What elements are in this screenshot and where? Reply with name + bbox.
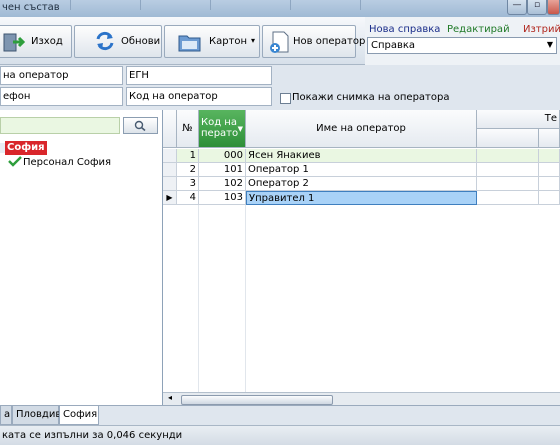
- operator-name-field[interactable]: на оператор: [0, 66, 123, 85]
- cell-extra[interactable]: [539, 191, 560, 205]
- check-icon: [8, 156, 22, 167]
- cell-extra[interactable]: [539, 149, 560, 163]
- scroll-left-icon[interactable]: ◂: [168, 393, 172, 402]
- show-photo-label: Покажи снимка на оператора: [292, 92, 450, 103]
- cell-extra[interactable]: [477, 149, 539, 163]
- cell-name[interactable]: Управител 1: [246, 191, 477, 205]
- refresh-button[interactable]: Обнови: [74, 25, 162, 58]
- cell-extra[interactable]: [477, 177, 539, 191]
- tree-node-sofia-label: София: [7, 142, 45, 153]
- tree-search-button[interactable]: [123, 117, 158, 134]
- cell-num[interactable]: 4: [177, 191, 199, 205]
- checkbox-box[interactable]: [280, 93, 291, 104]
- maximize-button[interactable]: ▫: [527, 0, 547, 15]
- cell-name[interactable]: Оператор 2: [246, 177, 477, 191]
- tree-node-personnel-sofia[interactable]: Персонал София: [23, 157, 111, 168]
- scrollbar-thumb[interactable]: [181, 395, 333, 405]
- cell-extra[interactable]: [539, 177, 560, 191]
- row-selector: [163, 163, 177, 177]
- column-header-num[interactable]: №: [177, 110, 199, 148]
- operator-code-value: Код на оператор: [129, 91, 218, 102]
- column-header-extra-label: Те: [544, 113, 557, 124]
- table-row[interactable]: 3 102 Оператор 2: [163, 177, 560, 191]
- folder-icon: [178, 35, 201, 52]
- cell-extra[interactable]: [539, 163, 560, 177]
- menu-divider: [290, 0, 291, 10]
- column-header-name-label: Име на оператор: [316, 123, 406, 134]
- minimize-button[interactable]: —: [507, 0, 527, 15]
- new-operator-button[interactable]: Нов оператор: [262, 25, 365, 58]
- delete-report-link[interactable]: Изтрий: [523, 24, 560, 35]
- tab-strip: а Пловдив София: [0, 405, 560, 425]
- column-header-num-label: №: [182, 123, 193, 134]
- exit-icon: [3, 33, 26, 52]
- column-header-sub-1[interactable]: [477, 129, 539, 148]
- sort-icon: ▼: [237, 125, 243, 133]
- grid-row-header: [163, 110, 177, 148]
- close-button[interactable]: [547, 0, 560, 15]
- operators-grid: № Код на перато ▼ Име на оператор Те 1 0…: [163, 110, 560, 392]
- cell-code[interactable]: 000: [199, 149, 246, 163]
- egn-value: ЕГН: [129, 70, 149, 81]
- cell-code[interactable]: 103: [199, 191, 246, 205]
- toolbar: Изход Обнови Картон ▾ Нов оператор: [0, 17, 365, 65]
- current-row-icon: ▶: [163, 191, 177, 205]
- phone-field[interactable]: ефон: [0, 87, 123, 106]
- chevron-down-icon[interactable]: ▼: [547, 40, 553, 49]
- menu-divider: [70, 0, 71, 10]
- refresh-label: Обнови: [121, 36, 161, 47]
- cell-extra[interactable]: [477, 191, 539, 205]
- window-title: чен състав: [2, 2, 60, 13]
- report-select-value: Справка: [371, 40, 416, 51]
- phone-value: ефон: [3, 91, 31, 102]
- column-header-extra[interactable]: Те: [477, 110, 560, 129]
- exit-button[interactable]: Изход: [0, 25, 72, 58]
- grid-column-line: [177, 205, 199, 392]
- card-label: Картон: [209, 36, 248, 47]
- cell-name[interactable]: Оператор 1: [246, 163, 477, 177]
- search-icon: [134, 120, 146, 132]
- status-bar: ката се изпълни за 0,046 секунди: [0, 425, 560, 445]
- report-select[interactable]: Справка ▼: [367, 37, 557, 54]
- exit-label: Изход: [31, 36, 63, 47]
- operator-code-field[interactable]: Код на оператор: [126, 87, 272, 106]
- column-header-name[interactable]: Име на оператор: [246, 110, 477, 148]
- column-header-code-label: Код на перато: [201, 117, 239, 139]
- menu-divider: [360, 0, 361, 10]
- column-header-code[interactable]: Код на перато ▼: [199, 110, 246, 148]
- table-row[interactable]: 2 101 Оператор 1: [163, 163, 560, 177]
- table-row-selected[interactable]: ▶ 4 103 Управител 1: [163, 191, 560, 205]
- tab-sofia[interactable]: София: [59, 406, 99, 425]
- cell-num[interactable]: 2: [177, 163, 199, 177]
- cell-code[interactable]: 101: [199, 163, 246, 177]
- horizontal-scrollbar[interactable]: ◂: [163, 392, 560, 405]
- chevron-down-icon[interactable]: ▾: [251, 36, 255, 45]
- tab-plovdiv[interactable]: Пловдив: [12, 406, 61, 425]
- egn-field[interactable]: ЕГН: [126, 66, 272, 85]
- operator-name-value: на оператор: [3, 70, 69, 81]
- tree-node-sofia[interactable]: София: [5, 141, 47, 155]
- table-row[interactable]: 1 000 Ясен Янакиев: [163, 149, 560, 163]
- new-operator-label: Нов оператор: [293, 36, 366, 47]
- cell-name[interactable]: Ясен Янакиев: [246, 149, 477, 163]
- cell-num[interactable]: 3: [177, 177, 199, 191]
- tab-partial[interactable]: а: [0, 406, 12, 425]
- tree-search-input[interactable]: [0, 117, 120, 134]
- column-header-sub-2[interactable]: [539, 129, 560, 148]
- card-button[interactable]: Картон ▾: [164, 25, 260, 58]
- refresh-icon: [96, 31, 114, 51]
- row-selector: [163, 149, 177, 163]
- menu-divider: [140, 0, 141, 10]
- edit-report-link[interactable]: Редактирай: [447, 24, 510, 35]
- new-report-link[interactable]: Нова справка: [369, 24, 440, 35]
- cell-code[interactable]: 102: [199, 177, 246, 191]
- grid-column-line: [199, 205, 246, 392]
- status-text: ката се изпълни за 0,046 секунди: [2, 430, 183, 441]
- title-bar: чен състав — ▫: [0, 0, 560, 17]
- new-document-icon: [270, 31, 289, 53]
- cell-extra[interactable]: [477, 163, 539, 177]
- row-selector: [163, 177, 177, 191]
- cell-num[interactable]: 1: [177, 149, 199, 163]
- menu-divider: [210, 0, 211, 10]
